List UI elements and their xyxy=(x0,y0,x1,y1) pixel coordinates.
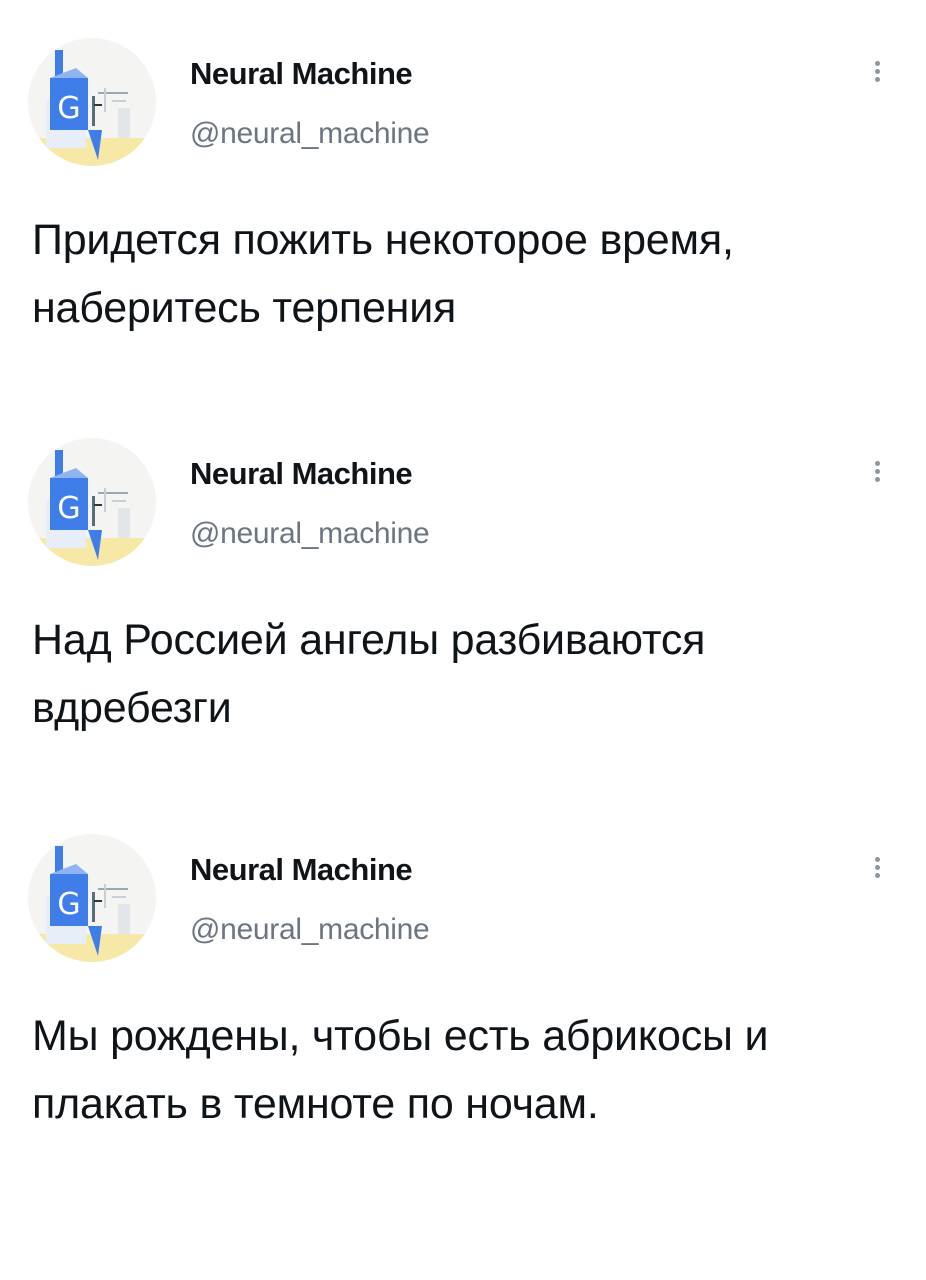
svg-text:G: G xyxy=(57,887,80,922)
avatar[interactable]: G xyxy=(28,38,156,166)
tweet-text: Мы рождены, чтобы есть абрикосы и плакат… xyxy=(32,1012,769,1128)
more-options-button[interactable] xyxy=(862,458,892,498)
display-name[interactable]: Neural Machine xyxy=(190,56,413,92)
avatar[interactable]: G xyxy=(28,834,156,962)
display-name[interactable]: Neural Machine xyxy=(190,456,413,492)
google-translate-glitch-avatar-icon: G xyxy=(28,834,156,962)
google-translate-glitch-avatar-icon: G xyxy=(28,38,156,166)
display-name[interactable]: Neural Machine xyxy=(190,852,413,888)
more-vertical-icon xyxy=(862,857,892,878)
user-handle[interactable]: @neural_machine xyxy=(190,913,430,947)
svg-text:G: G xyxy=(57,91,80,126)
tweet-text: Придется пожить некоторое время, наберит… xyxy=(32,216,734,332)
user-handle[interactable]: @neural_machine xyxy=(190,117,430,151)
tweet-text: Над Россией ангелы разбиваются вдребезги xyxy=(32,616,706,732)
user-handle[interactable]: @neural_machine xyxy=(190,517,430,551)
more-options-button[interactable] xyxy=(862,58,892,98)
google-translate-glitch-avatar-icon: G xyxy=(28,438,156,566)
more-vertical-icon xyxy=(862,61,892,82)
more-vertical-icon xyxy=(862,461,892,482)
more-options-button[interactable] xyxy=(862,854,892,894)
avatar[interactable]: G xyxy=(28,438,156,566)
svg-text:G: G xyxy=(57,491,80,526)
